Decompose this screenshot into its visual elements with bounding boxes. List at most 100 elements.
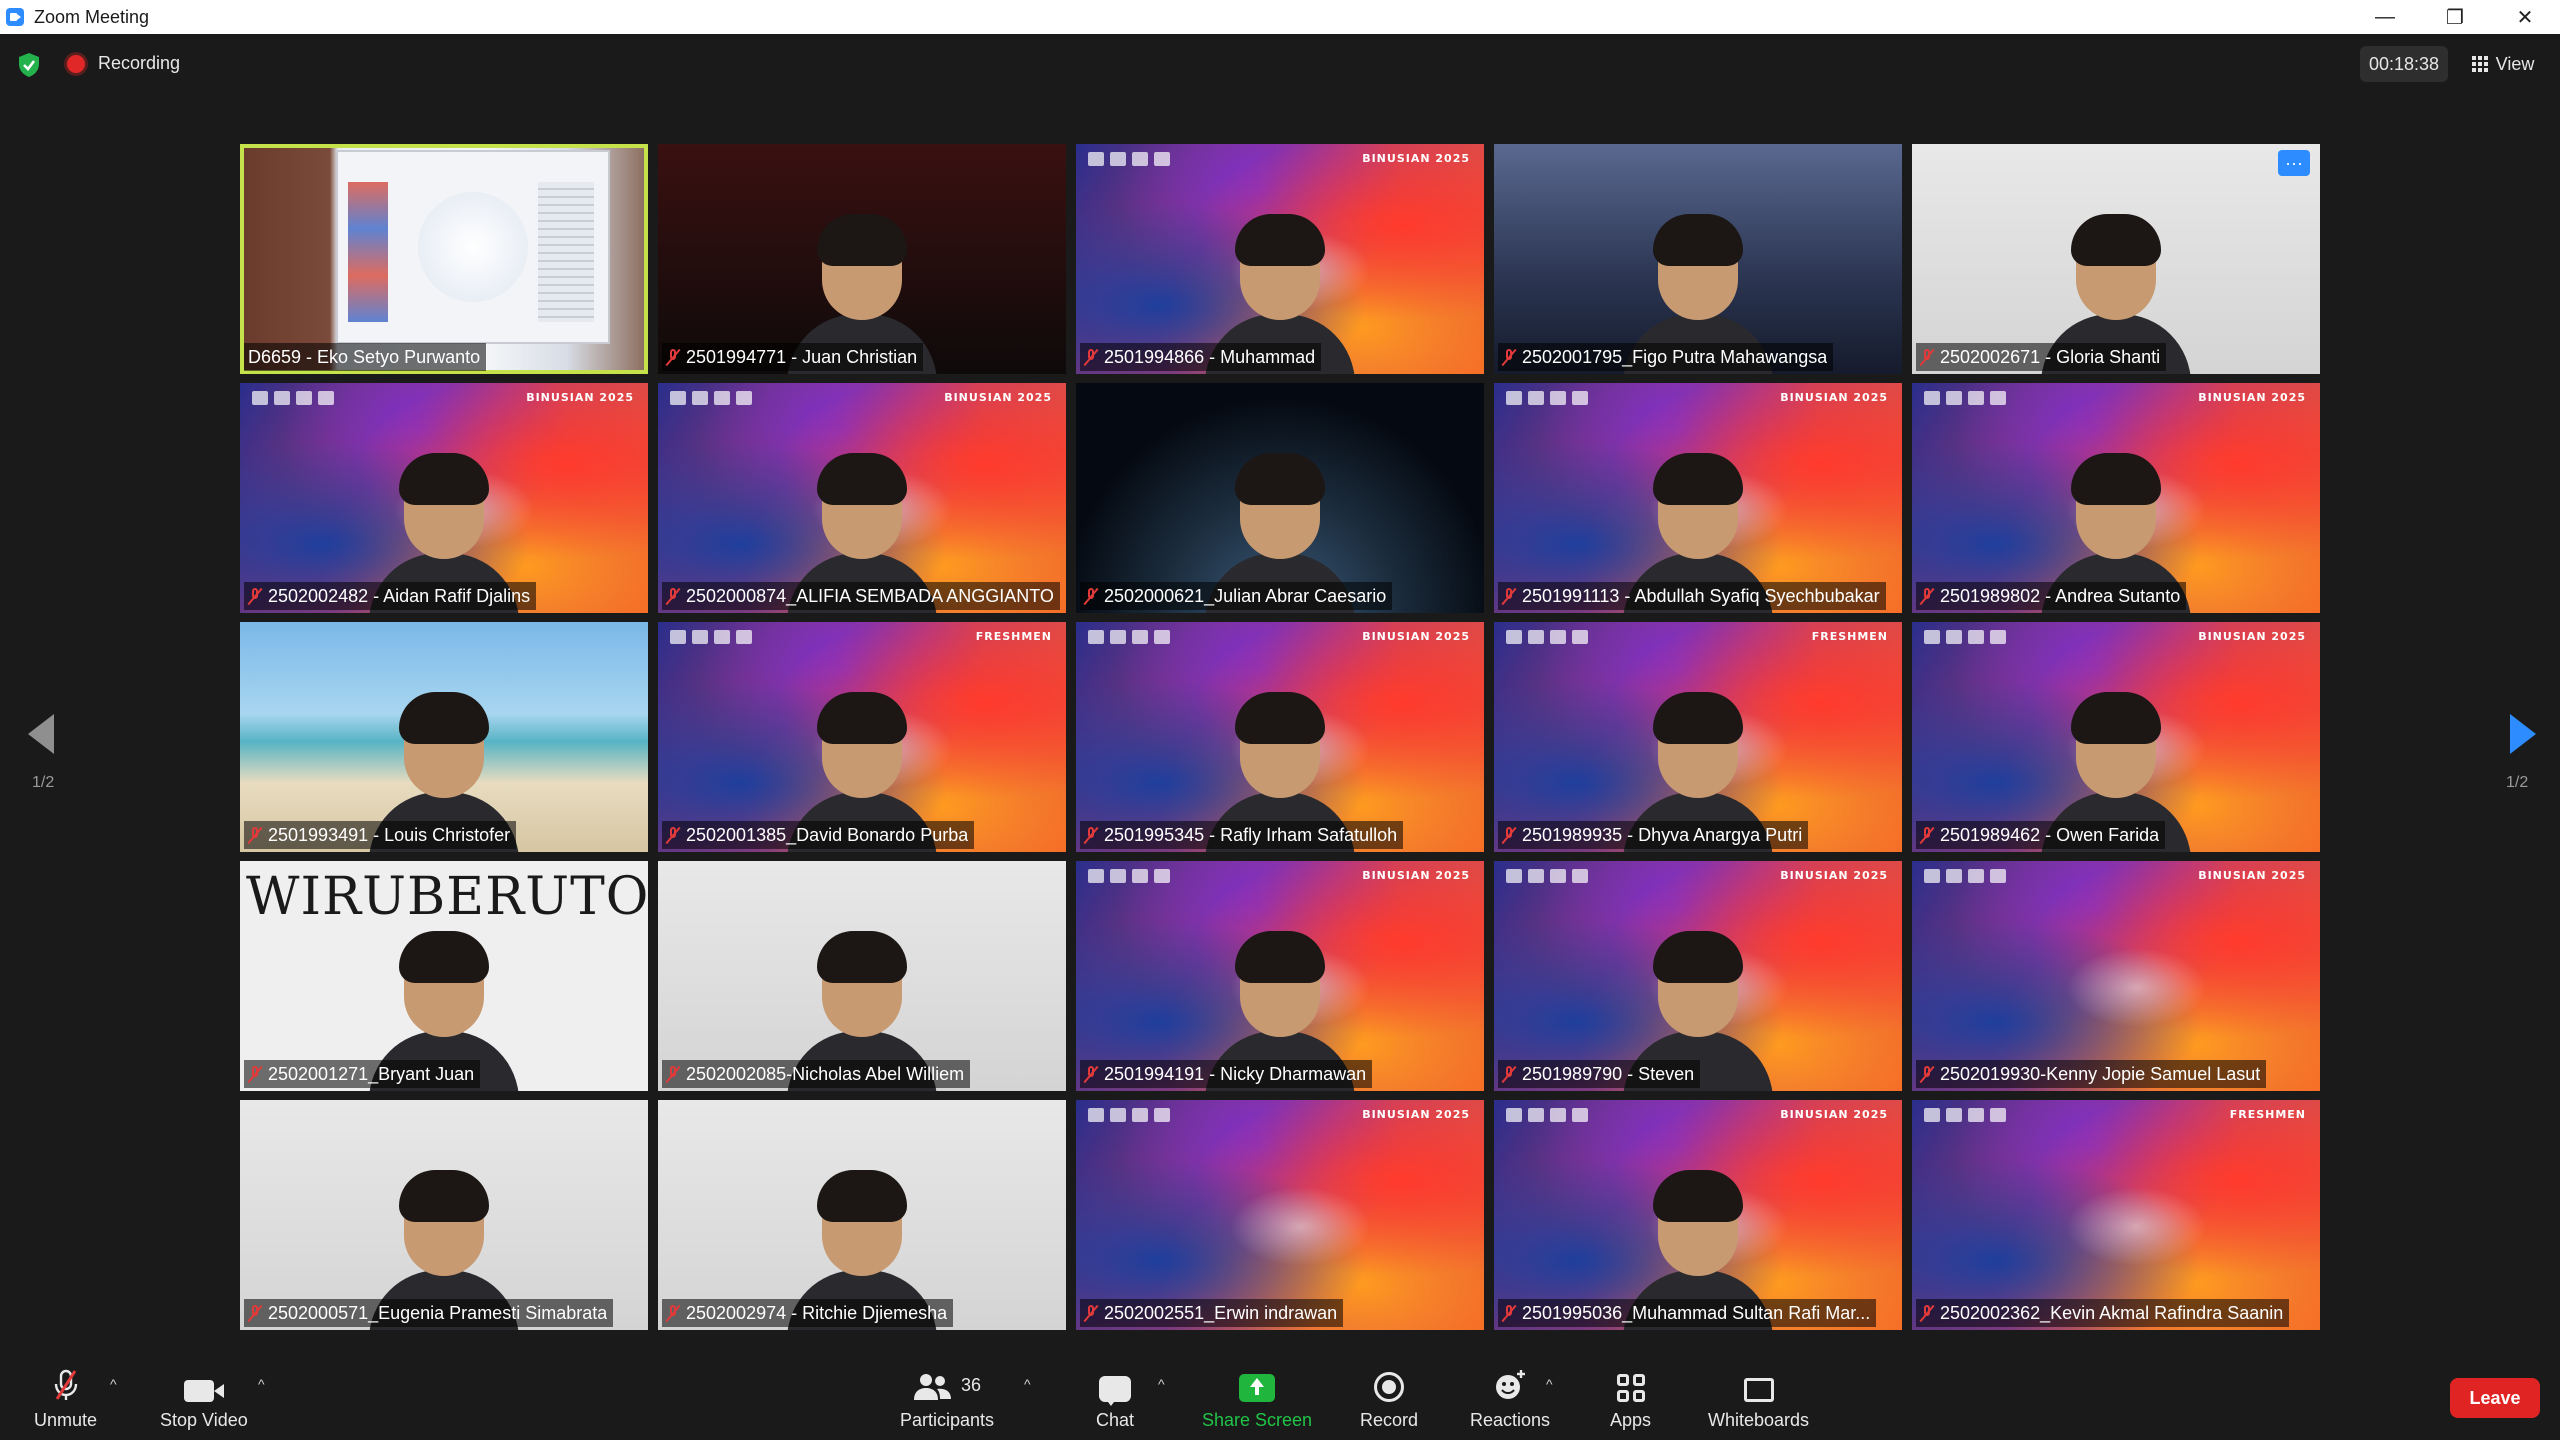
- stop-video-button[interactable]: Stop Video: [160, 1368, 248, 1431]
- participant-video-tile[interactable]: FRESHMEN 2501989935 - Dhyva Anargya Putri: [1494, 622, 1902, 852]
- participant-video-tile[interactable]: BINUSIAN 2025 2502000874_ALIFIA SEMBADA A…: [658, 383, 1066, 613]
- participant-video-tile[interactable]: BINUSIAN 2025 2501989462 - Owen Farida: [1912, 622, 2320, 852]
- participant-video-tile[interactable]: 2502000621_Julian Abrar Caesario: [1076, 383, 1484, 613]
- restore-button[interactable]: ❐: [2420, 0, 2490, 34]
- unmute-button[interactable]: Unmute: [34, 1368, 97, 1431]
- chat-options-caret-icon[interactable]: ^: [1158, 1376, 1165, 1392]
- minimize-button[interactable]: —: [2350, 0, 2420, 34]
- participant-nameplate: 2502001795_Figo Putra Mahawangsa: [1498, 343, 1834, 371]
- muted-microphone-icon: [1084, 348, 1098, 366]
- participants-options-caret-icon[interactable]: ^: [1024, 1376, 1031, 1392]
- participant-video-tile[interactable]: BINUSIAN 2025 2501989802 - Andrea Sutanto: [1912, 383, 2320, 613]
- muted-microphone-icon: [1920, 1065, 1934, 1083]
- grid-view-icon: [2471, 56, 2488, 72]
- participant-nameplate: 2502002482 - Aidan Rafif Djalins: [244, 582, 537, 610]
- view-label: View: [2495, 53, 2535, 74]
- participant-name: 2502000874_ALIFIA SEMBADA ANGGIANTO: [686, 585, 1054, 606]
- participant-nameplate: 2502002671 - Gloria Shanti: [1916, 343, 2167, 371]
- virtual-background-logos: [1924, 391, 2006, 407]
- participant-video-tile[interactable]: BINUSIAN 2025 2502002482 - Aidan Rafif Dj…: [240, 383, 648, 613]
- reactions-smiley-icon: [1496, 1370, 1526, 1399]
- participant-name: 2501994866 - Muhammad: [1104, 346, 1316, 367]
- participant-nameplate: 2502001271_Bryant Juan: [244, 1060, 481, 1088]
- tile-more-options-button[interactable]: ···: [2278, 150, 2310, 176]
- participant-name: 2501995036_Muhammad Sultan Rafi Mar...: [1522, 1302, 1871, 1323]
- participant-video-tile[interactable]: ··· 2502002671 - Gloria Shanti: [1912, 144, 2320, 374]
- muted-microphone-icon: [666, 1304, 680, 1322]
- next-page-arrow-icon[interactable]: [2510, 714, 2536, 754]
- record-button[interactable]: Record: [1360, 1368, 1418, 1431]
- view-button[interactable]: View: [2462, 46, 2544, 82]
- audio-options-caret-icon[interactable]: ^: [110, 1376, 117, 1392]
- muted-microphone-icon: [1920, 348, 1934, 366]
- leave-button[interactable]: Leave: [2450, 1378, 2540, 1418]
- participant-video-tile[interactable]: 2501993491 - Louis Christofer: [240, 622, 648, 852]
- muted-microphone-icon: [666, 587, 680, 605]
- participant-name: 2501994191 - Nicky Dharmawan: [1104, 1063, 1367, 1084]
- participant-name: 2502002671 - Gloria Shanti: [1940, 346, 2161, 367]
- meeting-timer: 00:18:38: [2360, 46, 2448, 82]
- previous-page-arrow-icon[interactable]: [28, 714, 54, 754]
- participant-name: 2501989802 - Andrea Sutanto: [1940, 585, 2181, 606]
- reactions-options-caret-icon[interactable]: ^: [1546, 1376, 1553, 1392]
- share-screen-button[interactable]: Share Screen: [1202, 1368, 1312, 1431]
- video-camera-icon: [183, 1380, 224, 1402]
- close-button[interactable]: ✕: [2490, 0, 2560, 34]
- virtual-background-logos: [670, 391, 752, 407]
- participant-video-tile[interactable]: BINUSIAN 2025 2501991113 - Abdullah Syafi…: [1494, 383, 1902, 613]
- participant-name: 2502002551_Erwin indrawan: [1104, 1302, 1338, 1323]
- participant-nameplate: 2502000621_Julian Abrar Caesario: [1080, 582, 1393, 610]
- muted-microphone-icon: [1502, 826, 1516, 844]
- participant-video-tile[interactable]: BINUSIAN 2025 2501994191 - Nicky Dharmawa…: [1076, 861, 1484, 1091]
- participant-name: 2501991113 - Abdullah Syafiq Syechbubaka…: [1522, 585, 1880, 606]
- virtual-background-logos: [1924, 630, 2006, 646]
- shared-screen-thumbnail: [336, 150, 610, 344]
- participant-video-tile[interactable]: 2502002974 - Ritchie Djiemesha: [658, 1100, 1066, 1330]
- participant-nameplate: 2501991113 - Abdullah Syafiq Syechbubaka…: [1498, 582, 1886, 610]
- participant-video-tile[interactable]: BINUSIAN 2025 2501989790 - Steven: [1494, 861, 1902, 1091]
- participant-video-tile[interactable]: D6659 - Eko Setyo Purwanto: [240, 144, 648, 374]
- virtual-background-brand: BINUSIAN 2025: [1362, 869, 1470, 882]
- muted-microphone-icon: [1502, 1304, 1516, 1322]
- participant-name: 2502019930-Kenny Jopie Samuel Lasut: [1940, 1063, 2261, 1084]
- participant-video-tile[interactable]: WIRUBERUTO 2502001271_Bryant Juan: [240, 861, 648, 1091]
- participant-name: 2502002482 - Aidan Rafif Djalins: [268, 585, 531, 606]
- chat-button[interactable]: Chat: [1096, 1368, 1134, 1431]
- participant-video-tile[interactable]: BINUSIAN 2025 2501995345 - Rafly Irham Sa…: [1076, 622, 1484, 852]
- participant-video-tile[interactable]: 2501994771 - Juan Christian: [658, 144, 1066, 374]
- participant-video-tile[interactable]: FRESHMEN 2502001385_David Bonardo Purba: [658, 622, 1066, 852]
- participant-nameplate: 2501989935 - Dhyva Anargya Putri: [1498, 821, 1809, 849]
- virtual-background-logos: [1088, 1108, 1170, 1124]
- window-controls: — ❐ ✕: [2350, 0, 2560, 34]
- participant-video-tile[interactable]: BINUSIAN 2025 2501994866 - Muhammad: [1076, 144, 1484, 374]
- participant-video-tile[interactable]: BINUSIAN 2025 2501995036_Muhammad Sultan …: [1494, 1100, 1902, 1330]
- recording-indicator-icon: [67, 55, 85, 73]
- virtual-background-logos: [1506, 1108, 1588, 1124]
- muted-microphone-icon: [1084, 1304, 1098, 1322]
- participant-video-tile[interactable]: 2502000571_Eugenia Pramesti Simabrata: [240, 1100, 648, 1330]
- participant-video-tile[interactable]: BINUSIAN 2025 2502002551_Erwin indrawan: [1076, 1100, 1484, 1330]
- participant-video-tile[interactable]: 2502001795_Figo Putra Mahawangsa: [1494, 144, 1902, 374]
- participant-video-tile[interactable]: FRESHMEN 2502002362_Kevin Akmal Rafindra …: [1912, 1100, 2320, 1330]
- participant-name: 2501989462 - Owen Farida: [1940, 824, 2160, 845]
- virtual-background-brand: BINUSIAN 2025: [2198, 630, 2306, 643]
- participant-video-tile[interactable]: BINUSIAN 2025 2502019930-Kenny Jopie Samu…: [1912, 861, 2320, 1091]
- apps-button[interactable]: Apps: [1610, 1368, 1651, 1431]
- virtual-background-brand: BINUSIAN 2025: [1780, 1108, 1888, 1121]
- participants-button[interactable]: 36 Participants: [900, 1368, 994, 1431]
- virtual-background-brand: BINUSIAN 2025: [1780, 391, 1888, 404]
- virtual-background-brand: BINUSIAN 2025: [1362, 1108, 1470, 1121]
- virtual-background-logos: [1506, 869, 1588, 885]
- participant-nameplate: 2501989462 - Owen Farida: [1916, 821, 2166, 849]
- virtual-background-brand: FRESHMEN: [975, 630, 1052, 643]
- virtual-background-brand: FRESHMEN: [1811, 630, 1888, 643]
- video-options-caret-icon[interactable]: ^: [258, 1376, 265, 1392]
- security-shield-icon[interactable]: [18, 52, 40, 78]
- participant-name: 2501995345 - Rafly Irham Safatulloh: [1104, 824, 1398, 845]
- whiteboards-button[interactable]: Whiteboards: [1708, 1368, 1809, 1431]
- participant-name: 2501989935 - Dhyva Anargya Putri: [1522, 824, 1803, 845]
- participant-name: 2502002085-Nicholas Abel Williem: [686, 1063, 965, 1084]
- muted-microphone-icon: [1084, 587, 1098, 605]
- reactions-button[interactable]: Reactions: [1470, 1368, 1550, 1431]
- participant-video-tile[interactable]: 2502002085-Nicholas Abel Williem: [658, 861, 1066, 1091]
